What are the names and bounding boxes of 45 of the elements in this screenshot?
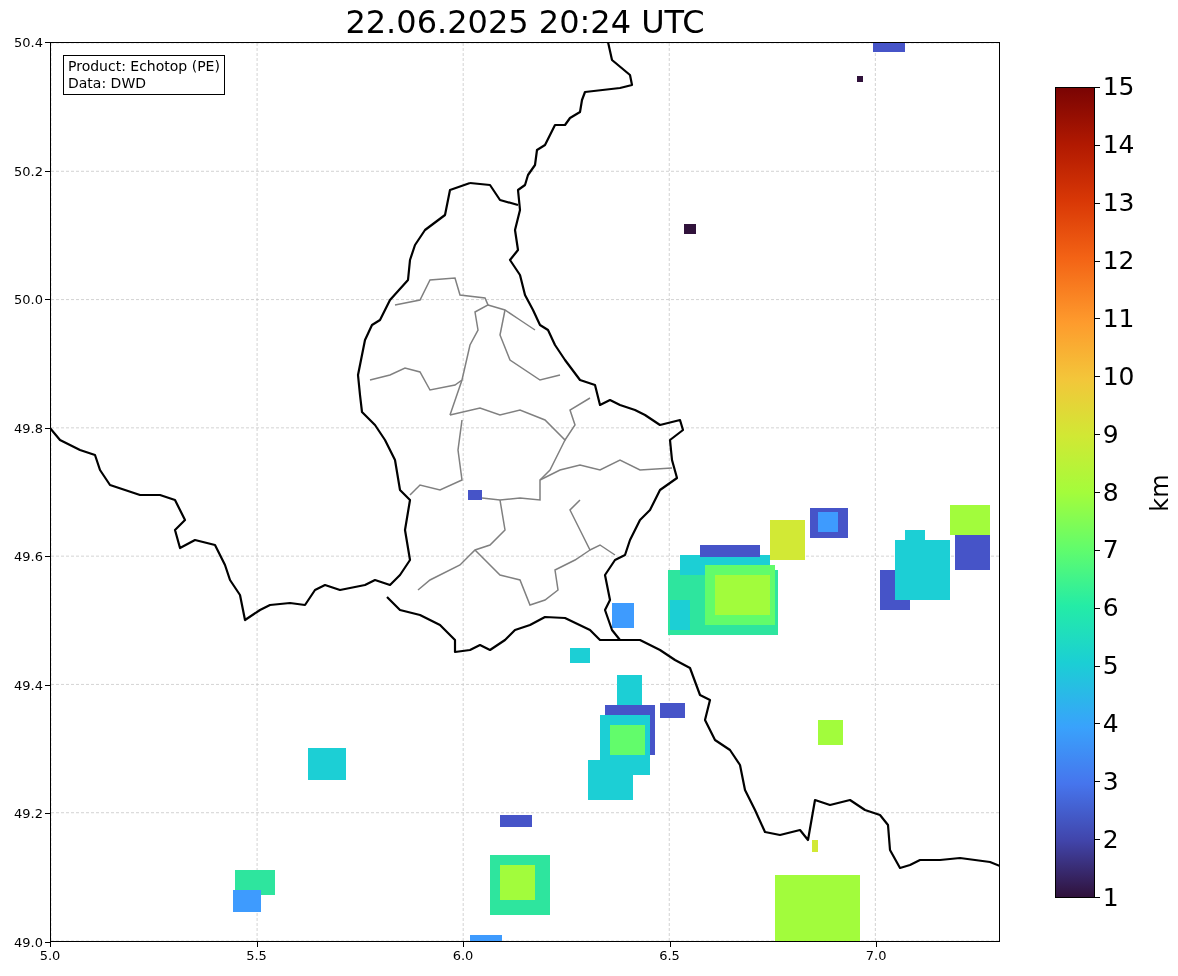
radar-echo [500,815,532,827]
y-tick-label: 49.4 [14,677,43,693]
colorbar-tick-label: 11 [1102,304,1135,333]
colorbar-tick-label: 7 [1102,536,1119,565]
info-text: Product: Echotop (PE) [68,58,220,75]
colorbar-tick-label: 12 [1102,246,1135,275]
y-tick-label: 50.4 [14,34,43,50]
radar-echo [570,648,590,663]
radar-echo [468,490,482,500]
colorbar-tick-label: 13 [1102,188,1135,217]
y-tick-label: 49.6 [14,548,43,564]
radar-echo [612,603,634,628]
colorbar-tick-label: 2 [1102,826,1119,855]
x-tick-label: 6.5 [659,948,680,963]
y-tick-label: 49.8 [14,420,43,436]
colorbar-tick-label: 4 [1102,710,1119,739]
info-text: Data: DWD [68,75,147,92]
colorbar-tick-label: 8 [1102,478,1119,507]
colorbar-tick-label: 9 [1102,420,1119,449]
colorbar-tick-label: 14 [1102,130,1135,159]
radar-echo [684,224,696,234]
y-tick-label: 50.0 [14,291,43,307]
x-tick-label: 6.0 [452,948,474,963]
radar-echo [873,43,905,52]
colorbar-tick-label: 1 [1102,884,1119,912]
y-tick-label: 50.2 [14,163,43,179]
x-tick-label: 7.0 [865,948,887,963]
radar-echo [810,508,848,538]
colorbar-tick-label: 5 [1102,652,1119,681]
chart-title: 22.06.2025 20:24 UTC [345,2,705,42]
radar-echo [857,76,863,82]
radar-echo [470,935,502,941]
x-tick-label: 5.0 [39,948,61,963]
radar-echo [308,748,346,780]
colorbar-tick-label: 3 [1102,768,1119,797]
y-tick-label: 49.0 [14,934,43,950]
y-tick-label: 49.2 [14,805,43,821]
x-tick-label: 5.5 [246,948,267,963]
radar-echo [490,855,550,915]
radar-echo [233,870,275,912]
colorbar-tick-label: 6 [1102,594,1119,623]
colorbar-tick-label: 15 [1102,73,1135,101]
colorbar-tick-label: 10 [1102,362,1135,391]
radar-echo [818,720,843,745]
colorbar-label: km [1145,473,1174,512]
